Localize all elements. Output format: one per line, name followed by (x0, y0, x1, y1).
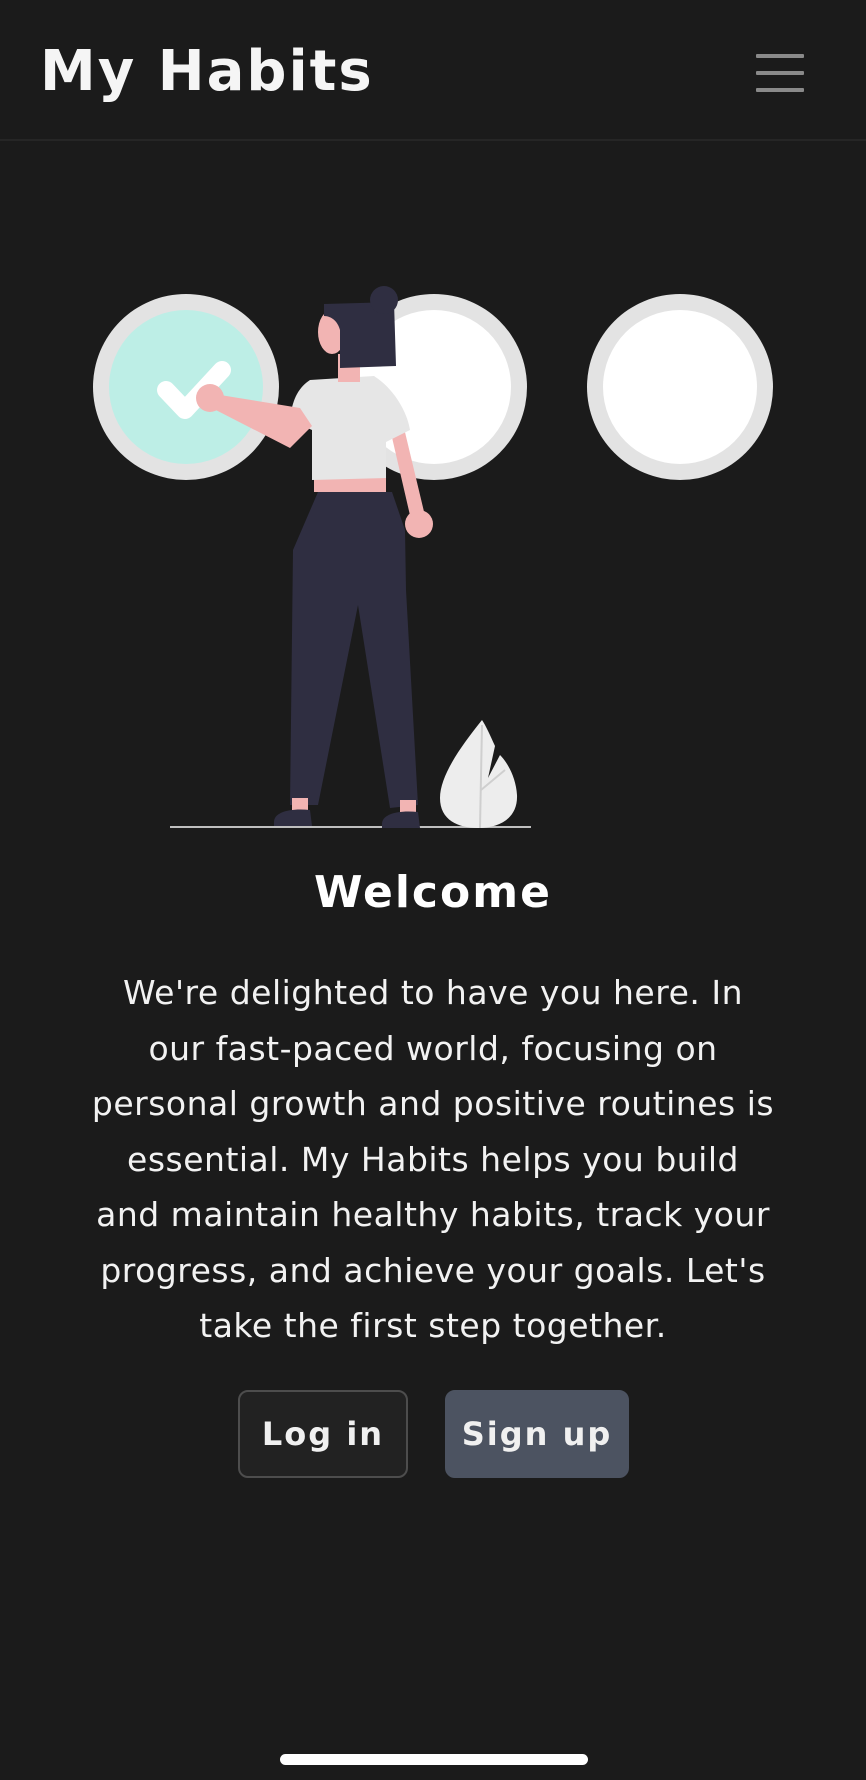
leaf-plant-icon (440, 720, 518, 829)
completed-habit-circle (93, 294, 279, 480)
welcome-title: Welcome (314, 867, 552, 918)
login-button[interactable]: Log in (238, 1390, 408, 1478)
menu-button[interactable] (744, 44, 816, 102)
home-indicator (280, 1754, 588, 1765)
app-title: My Habits (40, 39, 374, 104)
signup-button[interactable]: Sign up (445, 1390, 629, 1478)
welcome-description: We're delighted to have you here. In our… (91, 973, 775, 1345)
pending-habit-circle (587, 294, 773, 480)
welcome-illustration (0, 230, 866, 830)
hamburger-menu-icon (756, 54, 804, 92)
app-header: My Habits (0, 0, 866, 141)
